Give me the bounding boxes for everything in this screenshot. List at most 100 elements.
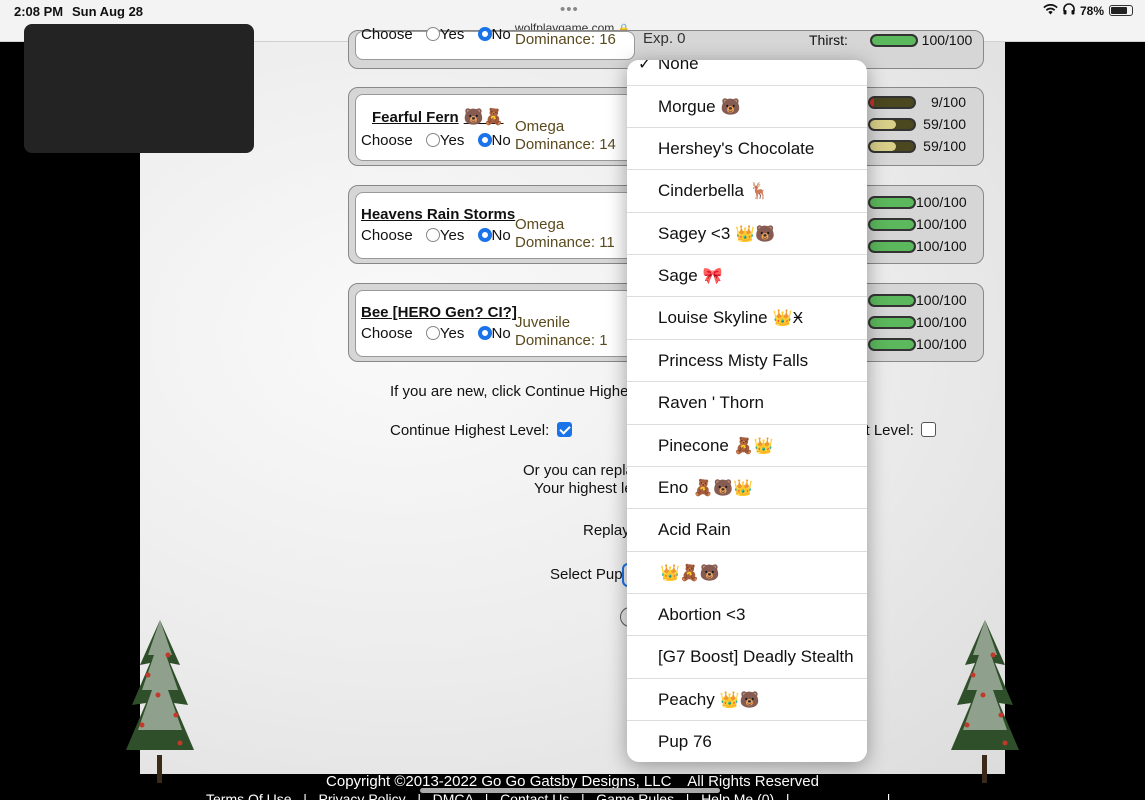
choose-label: Choose bbox=[361, 227, 413, 244]
teddy-crown-icon: 🧸👑 bbox=[733, 437, 774, 455]
yes-radio[interactable] bbox=[425, 133, 440, 147]
pup-dominance: Dominance: 11 bbox=[515, 234, 615, 251]
stat-row: 100/100 bbox=[868, 238, 967, 254]
dropdown-option[interactable]: ✓ None bbox=[627, 60, 867, 86]
choose-row: Choose Yes No bbox=[361, 227, 511, 244]
stat-value: 100/100 bbox=[916, 292, 967, 308]
crown-bear-icon: 👑🐻 bbox=[735, 225, 776, 243]
no-radio[interactable] bbox=[477, 27, 492, 41]
continue-highest-checkbox[interactable] bbox=[557, 422, 573, 437]
bear-icon: 🐻 bbox=[720, 98, 741, 116]
stat-bar bbox=[868, 338, 916, 351]
dropdown-option[interactable]: Morgue 🐻 bbox=[627, 86, 867, 128]
yes-radio[interactable] bbox=[425, 27, 440, 41]
dropdown-option[interactable]: 👑🧸🐻 bbox=[627, 552, 867, 594]
yes-label: Yes bbox=[439, 26, 465, 43]
dropdown-option[interactable]: Sagey <3 👑🐻 bbox=[627, 213, 867, 255]
pup-role: Juvenile bbox=[515, 314, 571, 331]
yes-radio[interactable] bbox=[425, 326, 440, 340]
pup-role-info: Omega Dominance: 14 bbox=[515, 118, 616, 154]
stat-label: Thirst: bbox=[809, 32, 848, 48]
stat-value: 100/100 bbox=[916, 336, 967, 352]
choose-label: Choose bbox=[361, 325, 413, 342]
status-date: Sun Aug 28 bbox=[72, 4, 144, 19]
stat-row: 100/100 bbox=[868, 336, 967, 352]
pup-role: Omega bbox=[515, 216, 565, 233]
select-pup-label: Select Pup bbox=[550, 566, 623, 583]
more-dots-icon[interactable]: ••• bbox=[560, 1, 579, 18]
home-indicator bbox=[420, 788, 720, 793]
dropdown-option[interactable]: Eno 🧸🐻👑 bbox=[627, 467, 867, 509]
teddy-bear-crown-icon: 🧸🐻👑 bbox=[693, 479, 754, 497]
pup-role-info: Omega Dominance: 11 bbox=[515, 216, 615, 252]
choose-row: Choose Yes No bbox=[361, 26, 511, 43]
no-label: No bbox=[491, 227, 511, 244]
stat-bar bbox=[868, 294, 916, 307]
pup-dominance: Dominance: 14 bbox=[515, 136, 616, 153]
pup-role-info: Juvenile Dominance: 1 bbox=[515, 314, 608, 350]
stat-bar bbox=[868, 140, 916, 153]
stat-value: 59/100 bbox=[923, 116, 966, 132]
yes-label: Yes bbox=[439, 325, 465, 342]
page-content: Choose Yes No Dominance: 16 Exp. 0 Thirs… bbox=[140, 26, 1005, 774]
headphones-icon bbox=[1063, 3, 1075, 18]
stat-bar bbox=[869, 34, 918, 47]
choose-row: Choose Yes No bbox=[361, 132, 511, 149]
pup-role: Omega bbox=[515, 118, 565, 135]
no-radio[interactable] bbox=[477, 133, 492, 147]
dropdown-option[interactable]: Pinecone 🧸👑 bbox=[627, 425, 867, 467]
dropdown-option[interactable]: Peachy 👑🐻 bbox=[627, 679, 867, 721]
pip-overlay[interactable] bbox=[24, 24, 254, 153]
christmas-tree-right bbox=[951, 620, 1019, 783]
pup-name[interactable]: Fearful Fern 🐻🧸 bbox=[372, 107, 504, 127]
stat-value: 100/100 bbox=[916, 314, 967, 330]
pup-name[interactable]: Heavens Rain Storms bbox=[361, 206, 515, 223]
dropdown-option[interactable]: Abortion <3 bbox=[627, 594, 867, 636]
stat-row: 59/100 bbox=[868, 116, 966, 132]
yes-radio[interactable] bbox=[425, 228, 440, 242]
dropdown-option[interactable]: Cinderbella 🦌 bbox=[627, 170, 867, 213]
pup-select-dropdown[interactable]: ✓ None Morgue 🐻 Hershey's Chocolate Cinder… bbox=[627, 60, 867, 762]
dropdown-option[interactable]: Pup 76 bbox=[627, 721, 867, 762]
no-radio[interactable] bbox=[477, 228, 492, 242]
replay-info-line1: Or you can repla bbox=[523, 462, 634, 479]
dropdown-option[interactable]: Louise Skyline 👑Ӿ bbox=[627, 297, 867, 340]
pup-name[interactable]: Bee [HERO Gen? CI?] bbox=[361, 304, 517, 321]
stat-row: Thirst: 100/100 bbox=[809, 32, 972, 48]
other-level-row: st Level: bbox=[858, 422, 937, 439]
stat-value: 100/100 bbox=[916, 194, 967, 210]
dropdown-option[interactable]: Princess Misty Falls bbox=[627, 340, 867, 382]
stat-value: 100/100 bbox=[916, 238, 967, 254]
choose-label: Choose bbox=[361, 132, 413, 149]
dropdown-option[interactable]: Hershey's Chocolate bbox=[627, 128, 867, 170]
stat-row: 9/100 bbox=[868, 94, 966, 110]
wifi-icon bbox=[1043, 3, 1058, 18]
stat-value: 100/100 bbox=[916, 216, 967, 232]
stat-bar bbox=[868, 240, 916, 253]
pup-dominance: Dominance: 1 bbox=[515, 332, 608, 349]
stat-bar bbox=[868, 118, 916, 131]
yes-label: Yes bbox=[439, 227, 465, 244]
no-radio[interactable] bbox=[477, 326, 492, 340]
replay-info-line2: Your highest le bbox=[534, 480, 633, 497]
choose-row: Choose Yes No bbox=[361, 325, 511, 342]
dropdown-option[interactable]: Sage 🎀 bbox=[627, 255, 867, 297]
no-label: No bbox=[491, 325, 511, 342]
status-right: 78% bbox=[1043, 3, 1133, 18]
continue-highest-row: Continue Highest Level: bbox=[390, 422, 573, 439]
other-level-checkbox[interactable] bbox=[921, 422, 937, 437]
no-label: No bbox=[491, 26, 511, 43]
dropdown-option[interactable]: Acid Rain bbox=[627, 509, 867, 552]
stat-row: 100/100 bbox=[868, 194, 967, 210]
stat-bar bbox=[868, 316, 916, 329]
yes-label: Yes bbox=[439, 132, 465, 149]
pup-exp: Exp. 0 bbox=[643, 30, 686, 47]
battery-icon bbox=[1109, 5, 1133, 16]
christmas-tree-left bbox=[126, 620, 194, 783]
pup-dominance: Dominance: 16 bbox=[515, 31, 616, 48]
dropdown-option[interactable]: [G7 Boost] Deadly Stealth bbox=[627, 636, 867, 679]
dropdown-option[interactable]: Raven ' Thorn bbox=[627, 382, 867, 425]
stat-row: 100/100 bbox=[868, 314, 967, 330]
stat-bar bbox=[868, 218, 916, 231]
new-player-hint: If you are new, click Continue Highest bbox=[390, 383, 641, 400]
